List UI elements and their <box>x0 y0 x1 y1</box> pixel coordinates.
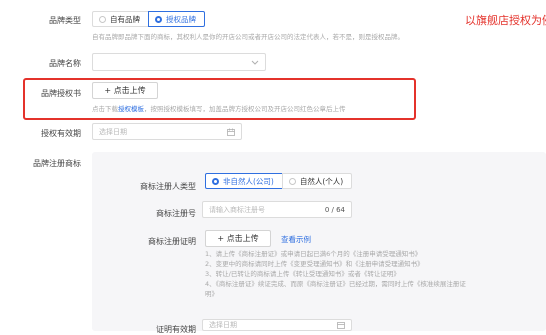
certificate-upload-button[interactable]: + 点击上传 <box>205 230 271 247</box>
authorization-upload-button[interactable]: + 点击上传 <box>92 82 158 99</box>
note-line: 2、变更中的商标请同时上传《变更受理通知书》和《注册申请受理通知书》 <box>205 260 424 268</box>
authorization-label: 品牌授权书 <box>41 89 81 98</box>
radio-dot-icon <box>288 177 296 185</box>
download-template-link[interactable]: 授权模板 <box>118 105 144 113</box>
reg-no-placeholder: 请输入商标注册号 <box>209 205 265 214</box>
owner-type-radio-group: 非自然人(公司) 自然人(个人) <box>205 173 353 189</box>
note-line: 4、《商标注册证》续证完成、而原《商标注册证》已经过期，需同时上传《核准续展注册… <box>205 280 466 288</box>
view-example-link[interactable]: 查看示例 <box>281 234 311 245</box>
reg-no-counter: 0 / 64 <box>324 205 345 214</box>
owner-type-label: 商标注册人类型 <box>140 182 196 191</box>
highlight-box <box>23 78 416 120</box>
radio-natural-person[interactable]: 自然人(个人) <box>281 173 353 189</box>
radio-non-natural-person[interactable]: 非自然人(公司) <box>205 173 283 189</box>
certificate-label: 商标注册证明 <box>148 237 196 246</box>
brand-type-hint: 自有品牌即品牌下面的商标，其权利人是你的开店公司或者开店公司的法定代表人，若不是… <box>92 33 404 41</box>
annotation-text: 以旗舰店授权为例 <box>465 14 546 27</box>
brand-name-label: 品牌名称 <box>49 59 81 68</box>
authorization-hint: 点击下载授权模板，按照授权模板填写，加盖品牌方授权公司及开店公司红色公章后上传 <box>92 103 346 113</box>
cert-validity-label: 证明有效期 <box>156 325 196 334</box>
radio-authorized-brand[interactable]: 授权品牌 <box>148 11 205 27</box>
radio-natural-person-label: 自然人(个人) <box>299 176 344 186</box>
radio-own-brand[interactable]: 自有品牌 <box>92 11 149 27</box>
brand-name-select[interactable] <box>92 53 266 71</box>
brand-type-radio-group: 自有品牌 授权品牌 <box>92 11 205 27</box>
radio-dot-selected-icon <box>212 177 219 185</box>
note-line: 1、请上传《商标注册证》或申请日起已满6个月的《注册申请受理通知书》 <box>205 250 422 258</box>
reg-no-input[interactable]: 请输入商标注册号 0 / 64 <box>202 201 352 218</box>
radio-own-brand-label: 自有品牌 <box>110 14 140 24</box>
radio-dot-icon <box>99 15 106 23</box>
trademark-label: 品牌注册商标 <box>33 159 81 168</box>
cert-validity-date-picker[interactable]: 选择日期 <box>202 319 352 331</box>
hint-prefix: 点击下载 <box>92 105 118 113</box>
hint-suffix: ，按照授权模板填写，加盖品牌方授权公司及开店公司红色公章后上传 <box>144 105 346 113</box>
cert-validity-placeholder: 选择日期 <box>209 321 237 329</box>
chevron-down-icon <box>251 60 259 65</box>
radio-non-natural-person-label: 非自然人(公司) <box>223 176 274 186</box>
note-line: 明》 <box>205 290 218 298</box>
brand-type-label: 品牌类型 <box>49 16 81 25</box>
calendar-icon <box>337 321 345 329</box>
validity-placeholder: 选择日期 <box>99 127 127 136</box>
note-line: 3、转让/已转让的商标请上传《转让受理通知书》或者《转让证明》 <box>205 270 400 278</box>
calendar-icon <box>227 128 235 136</box>
radio-dot-selected-icon <box>155 15 162 23</box>
validity-label: 授权有效期 <box>41 129 81 138</box>
certificate-notes: 1、请上传《商标注册证》或申请日起已满6个月的《注册申请受理通知书》 2、变更中… <box>205 249 466 299</box>
radio-authorized-brand-label: 授权品牌 <box>166 14 196 24</box>
validity-date-picker[interactable]: 选择日期 <box>92 123 242 140</box>
reg-no-label: 商标注册号 <box>156 209 196 218</box>
